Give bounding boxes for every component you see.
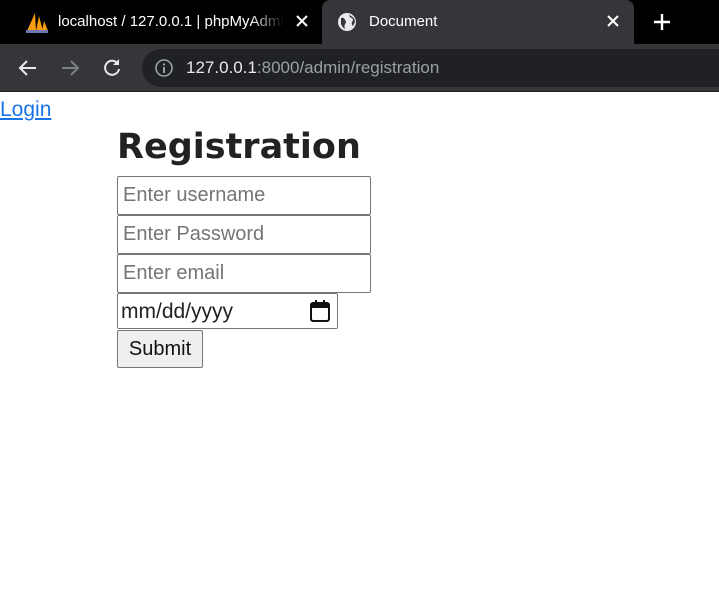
close-icon[interactable]: [292, 11, 312, 31]
phpmyadmin-sail-icon: [25, 11, 49, 33]
back-arrow-icon[interactable]: [16, 56, 40, 80]
address-bar[interactable]: 127.0.0.1:8000/admin/registration: [142, 49, 719, 87]
page-content: Login Registration mm/dd/yyyy Submit: [0, 93, 719, 599]
browser-toolbar: 127.0.0.1:8000/admin/registration: [0, 44, 719, 92]
url-text: 127.0.0.1:8000/admin/registration: [186, 58, 439, 78]
tab-document[interactable]: Document: [322, 0, 634, 44]
tab-phpmyadmin[interactable]: localhost / 127.0.0.1 | phpMyAdmin: [0, 0, 322, 44]
tab-title: Document: [369, 13, 438, 30]
password-input[interactable]: [117, 215, 371, 254]
tab-title: localhost / 127.0.0.1 | phpMyAdmin: [58, 13, 284, 30]
url-path: :8000/admin/registration: [256, 58, 440, 77]
close-icon[interactable]: [603, 11, 623, 31]
submit-button[interactable]: Submit: [117, 330, 203, 368]
calendar-icon[interactable]: [309, 299, 331, 323]
username-input[interactable]: [117, 176, 371, 215]
reload-icon[interactable]: [100, 56, 124, 80]
browser-tab-strip: localhost / 127.0.0.1 | phpMyAdmin Docum…: [0, 0, 719, 44]
date-placeholder: mm/dd/yyyy: [121, 300, 234, 323]
login-link[interactable]: Login: [0, 98, 51, 122]
url-host: 127.0.0.1: [186, 58, 257, 77]
globe-icon: [337, 12, 357, 32]
page-title: Registration: [117, 127, 361, 167]
new-tab-plus-icon[interactable]: [651, 11, 673, 33]
date-input[interactable]: mm/dd/yyyy: [117, 293, 338, 329]
info-icon[interactable]: [154, 58, 174, 78]
forward-arrow-icon[interactable]: [58, 56, 82, 80]
email-input[interactable]: [117, 254, 371, 293]
